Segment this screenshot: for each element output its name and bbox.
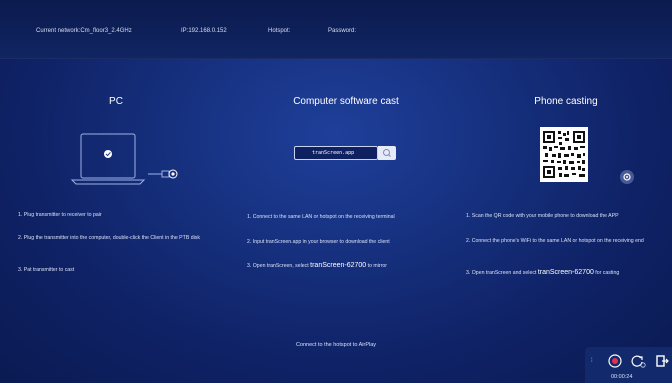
- phone-casting-title: Phone casting: [534, 96, 598, 107]
- hotspot-label: Hotspot:: [268, 28, 291, 34]
- phone-step-3: 3. Open tranScreen and select tranScreen…: [466, 269, 620, 276]
- pc-title: PC: [109, 96, 123, 107]
- software-cast-title: Computer software cast: [293, 96, 399, 107]
- ip-address: IP:192.168.0.152: [181, 28, 227, 34]
- stop-record-button[interactable]: [608, 354, 622, 368]
- qr-code: [540, 127, 588, 182]
- password-label: Password:: [328, 28, 357, 34]
- laptop-icon: [70, 133, 146, 185]
- pc-step-1: 1. Plug transmitter to receiver to pair: [18, 212, 102, 218]
- settings-button[interactable]: [620, 170, 634, 184]
- airplay-hint: Connect to the hotspot to AirPlay: [295, 342, 377, 348]
- phone-step-2: 2. Connect the phone's WiFi to the same …: [466, 238, 644, 244]
- software-step-3: 3. Open tranScreen, select tranScreen-62…: [247, 262, 387, 269]
- search-icon: [383, 149, 391, 157]
- exit-icon: [656, 355, 669, 367]
- drag-handle[interactable]: ⁞: [591, 358, 593, 364]
- pc-step-3: 3. Pat transmitter to cast: [18, 267, 75, 273]
- download-url-field[interactable]: tranScreen.app: [294, 146, 378, 160]
- recording-panel: ⁞ 00:00:24: [585, 347, 672, 383]
- search-button[interactable]: [378, 146, 396, 160]
- gear-icon: [623, 173, 631, 181]
- pc-step-2: 2. Plug the transmitter into the compute…: [18, 235, 200, 241]
- record-icon: [608, 354, 622, 368]
- software-step-2: 2. Input tranScreen.app in your browser …: [247, 239, 390, 245]
- software-step-1: 1. Connect to the same LAN or hotspot on…: [247, 214, 395, 220]
- recording-timer: 00:00:24: [611, 374, 633, 380]
- receiver-code: tranScreen-62700: [310, 262, 367, 269]
- replay-button[interactable]: [630, 354, 646, 368]
- transmitter-dongle-icon: [148, 169, 178, 179]
- current-network: Current network:Cm_floor3_2.4GHz: [36, 28, 132, 34]
- refresh-icon: [631, 355, 646, 368]
- status-bar: Current network:Cm_floor3_2.4GHz IP:192.…: [0, 0, 672, 59]
- phone-receiver-code: tranScreen-62700: [537, 269, 594, 276]
- phone-step-1: 1. Scan the QR code with your mobile pho…: [466, 213, 619, 219]
- exit-button[interactable]: [655, 354, 669, 368]
